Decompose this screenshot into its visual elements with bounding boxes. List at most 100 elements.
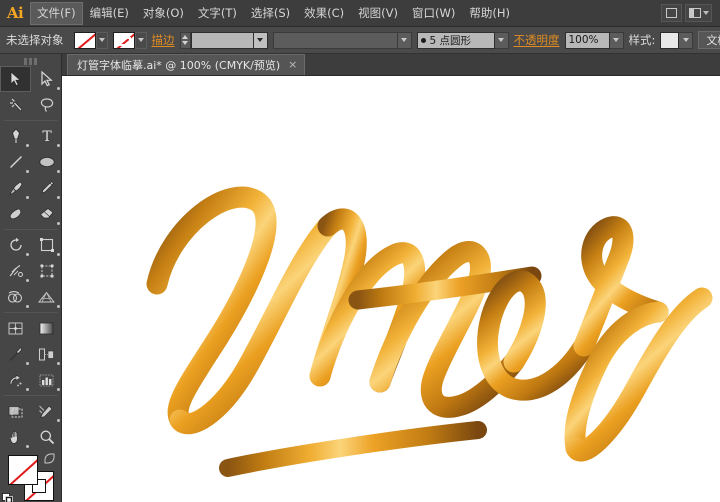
artboard-tool[interactable] (0, 398, 31, 424)
close-icon[interactable]: × (286, 60, 297, 70)
document-arrange-glyph (666, 8, 677, 18)
free-transform-tool[interactable] (31, 258, 62, 284)
variable-width-profile-dropdown[interactable] (398, 32, 412, 49)
chevron-down-icon (257, 38, 263, 42)
swap-fill-stroke-icon[interactable] (44, 453, 55, 464)
perspective-grid-tool[interactable] (31, 284, 62, 310)
opacity-label[interactable]: 不透明度 (514, 32, 560, 48)
stroke-color-control[interactable] (113, 32, 147, 49)
gradient-tool[interactable] (31, 315, 62, 341)
workspace-switcher-icon[interactable] (685, 4, 712, 22)
direct-selection-tool[interactable] (31, 66, 62, 92)
menu-select[interactable]: 选择(S) (244, 2, 297, 25)
stroke-weight-control[interactable] (180, 32, 268, 49)
lasso-tool[interactable] (31, 92, 62, 118)
blob-brush-tool[interactable] (0, 201, 31, 227)
width-tool[interactable] (0, 258, 31, 284)
opacity-control[interactable]: 100% (565, 32, 624, 49)
menu-window[interactable]: 窗口(W) (405, 2, 462, 25)
pencil-tool[interactable] (31, 175, 62, 201)
tool-flyout-indicator (57, 388, 60, 391)
opacity-dropdown[interactable] (610, 32, 624, 49)
tool-flyout-indicator (26, 388, 29, 391)
graphic-style-control[interactable] (660, 32, 693, 49)
tool-flyout-indicator (26, 362, 29, 365)
hand-tool[interactable] (0, 424, 31, 450)
tool-flyout-indicator (26, 445, 29, 448)
magic-wand-tool[interactable] (0, 92, 31, 118)
tool-flyout-indicator (57, 87, 60, 90)
fill-stroke-indicator (0, 453, 62, 502)
graphic-style-dropdown[interactable] (679, 32, 693, 49)
stepper-up-icon (182, 35, 188, 39)
symbol-sprayer-tool[interactable] (0, 367, 31, 393)
none-slash-icon (113, 32, 135, 49)
variable-width-profile-input[interactable] (273, 32, 398, 49)
column-graph-tool[interactable] (31, 367, 62, 393)
chevron-down-icon (401, 38, 407, 42)
chevron-down-icon (613, 38, 619, 42)
tool-flyout-indicator (57, 419, 60, 422)
tool-flyout-indicator (57, 144, 60, 147)
eyedropper-tool[interactable] (0, 341, 31, 367)
blend-tool[interactable] (31, 341, 62, 367)
ellipse-tool[interactable] (31, 149, 62, 175)
document-tab-label: 灯管字体临摹.ai* @ 100% (CMYK/预览) (77, 57, 280, 73)
selection-status-label: 未选择对象 (6, 32, 64, 48)
fill-swatch[interactable] (74, 32, 96, 49)
document-tab[interactable]: 灯管字体临摹.ai* @ 100% (CMYK/预览) × (67, 54, 305, 75)
tools-panel: T (0, 54, 62, 502)
line-segment-tool[interactable] (0, 149, 31, 175)
menu-edit[interactable]: 编辑(E) (83, 2, 136, 25)
stroke-weight-label[interactable]: 描边 (152, 32, 175, 48)
menu-view[interactable]: 视图(V) (351, 2, 405, 25)
stroke-weight-input[interactable] (191, 32, 254, 49)
tool-flyout-indicator (26, 253, 29, 256)
stroke-dropdown-button[interactable] (135, 32, 147, 49)
tool-flyout-indicator (57, 170, 60, 173)
brush-definition-value[interactable]: 5 点圆形 (417, 32, 495, 49)
document-setup-button[interactable]: 文档设置 (698, 31, 720, 49)
menu-effect[interactable]: 效果(C) (297, 2, 351, 25)
tool-flyout-indicator (57, 253, 60, 256)
shape-builder-tool[interactable] (0, 284, 31, 310)
fill-color-indicator[interactable] (8, 455, 38, 485)
tool-flyout-indicator (26, 305, 29, 308)
stroke-weight-dropdown[interactable] (254, 32, 268, 49)
scale-tool[interactable] (31, 232, 62, 258)
paintbrush-tool[interactable] (0, 175, 31, 201)
tools-divider (4, 312, 58, 313)
tool-flyout-indicator (26, 170, 29, 173)
tools-divider (4, 229, 58, 230)
type-tool[interactable]: T (31, 123, 62, 149)
artwork-tube-lettering[interactable] (62, 76, 720, 502)
tool-flyout-indicator (26, 279, 29, 282)
menu-help[interactable]: 帮助(H) (462, 2, 517, 25)
eraser-tool[interactable] (31, 201, 62, 227)
fill-control[interactable] (74, 32, 108, 49)
pen-tool[interactable] (0, 123, 31, 149)
mesh-tool[interactable] (0, 315, 31, 341)
tool-flyout-indicator (57, 362, 60, 365)
variable-width-profile-control[interactable] (273, 32, 412, 49)
menu-object[interactable]: 对象(O) (136, 2, 191, 25)
illustrator-window: Ai 文件(F) 编辑(E) 对象(O) 文字(T) 选择(S) 效果(C) 视… (0, 0, 720, 502)
fill-dropdown-button[interactable] (96, 32, 108, 49)
tools-panel-grip[interactable] (0, 54, 61, 66)
selection-tool[interactable] (0, 66, 31, 92)
document-arrange-icon[interactable] (661, 4, 682, 22)
menu-type[interactable]: 文字(T) (191, 2, 244, 25)
default-fill-stroke-icon[interactable] (2, 493, 13, 502)
opacity-input[interactable]: 100% (565, 32, 610, 49)
brush-definition-dropdown[interactable] (495, 32, 509, 49)
rotate-tool[interactable] (0, 232, 31, 258)
menu-file[interactable]: 文件(F) (30, 2, 83, 25)
chevron-down-icon (498, 38, 504, 42)
stroke-swatch[interactable] (113, 32, 135, 49)
zoom-tool[interactable] (31, 424, 62, 450)
document-canvas[interactable] (62, 76, 720, 502)
brush-definition-control[interactable]: 5 点圆形 (417, 32, 509, 49)
slice-tool[interactable] (31, 398, 62, 424)
graphic-style-swatch[interactable] (660, 32, 679, 49)
stroke-weight-stepper[interactable] (180, 32, 191, 49)
